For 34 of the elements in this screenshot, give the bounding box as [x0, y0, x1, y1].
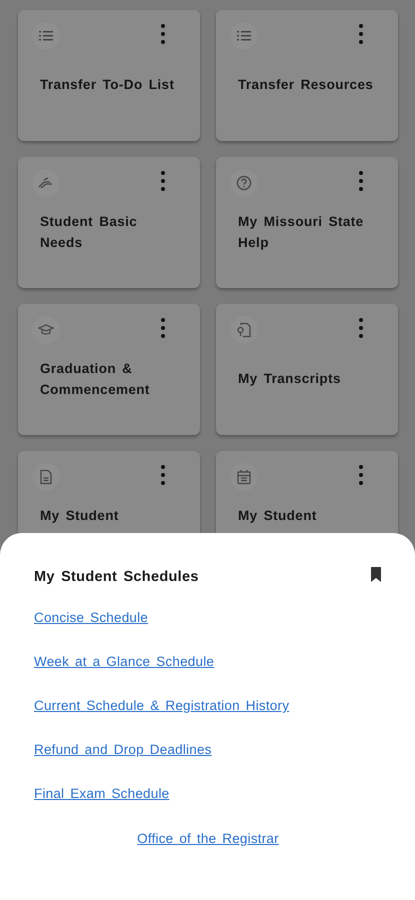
more-options-icon[interactable]: [160, 171, 166, 191]
more-options-icon[interactable]: [358, 318, 364, 338]
document-icon: [38, 469, 54, 485]
tile-card[interactable]: My Transcripts: [216, 304, 398, 435]
tile-title: Student Basic Needs: [40, 212, 138, 252]
schedule-link[interactable]: Refund and Drop Deadlines: [34, 742, 212, 757]
schedule-link[interactable]: Concise Schedule: [34, 610, 148, 625]
tile-title: My Student: [238, 507, 317, 525]
schedule-link[interactable]: Week at a Glance Schedule: [34, 654, 214, 669]
tile-card[interactable]: Transfer Resources: [216, 10, 398, 141]
tile-card[interactable]: My Missouri State Help: [216, 157, 398, 288]
tile-card[interactable]: Transfer To-Do List: [18, 10, 200, 141]
more-options-icon[interactable]: [358, 465, 364, 485]
more-options-icon[interactable]: [160, 24, 166, 44]
tile-title: My Transcripts: [238, 370, 341, 388]
tile-title: Graduation & Commencement: [40, 360, 151, 398]
more-options-icon[interactable]: [358, 171, 364, 191]
tile-card[interactable]: Student Basic Needs: [18, 157, 200, 288]
bookmark-icon[interactable]: [370, 567, 382, 582]
tile-title: Transfer Resources: [238, 76, 374, 94]
sheet-title: My Student Schedules: [34, 568, 199, 584]
schedule-link[interactable]: Current Schedule & Registration History: [34, 698, 290, 713]
more-options-icon[interactable]: [160, 465, 166, 485]
tile-title: My Student: [40, 507, 119, 525]
calendar-icon: [236, 469, 252, 485]
more-options-icon[interactable]: [358, 24, 364, 44]
more-options-icon[interactable]: [160, 318, 166, 338]
tile-title: Transfer To-Do List: [40, 76, 174, 94]
tile-card[interactable]: Graduation & Commencement: [18, 304, 200, 435]
document-pin-icon: [236, 322, 252, 338]
schedule-link[interactable]: Final Exam Schedule: [34, 786, 170, 801]
tile-title: My Missouri State Help: [238, 212, 365, 252]
registrar-link[interactable]: Office of the Registrar: [137, 831, 279, 846]
help-icon: [236, 175, 252, 191]
